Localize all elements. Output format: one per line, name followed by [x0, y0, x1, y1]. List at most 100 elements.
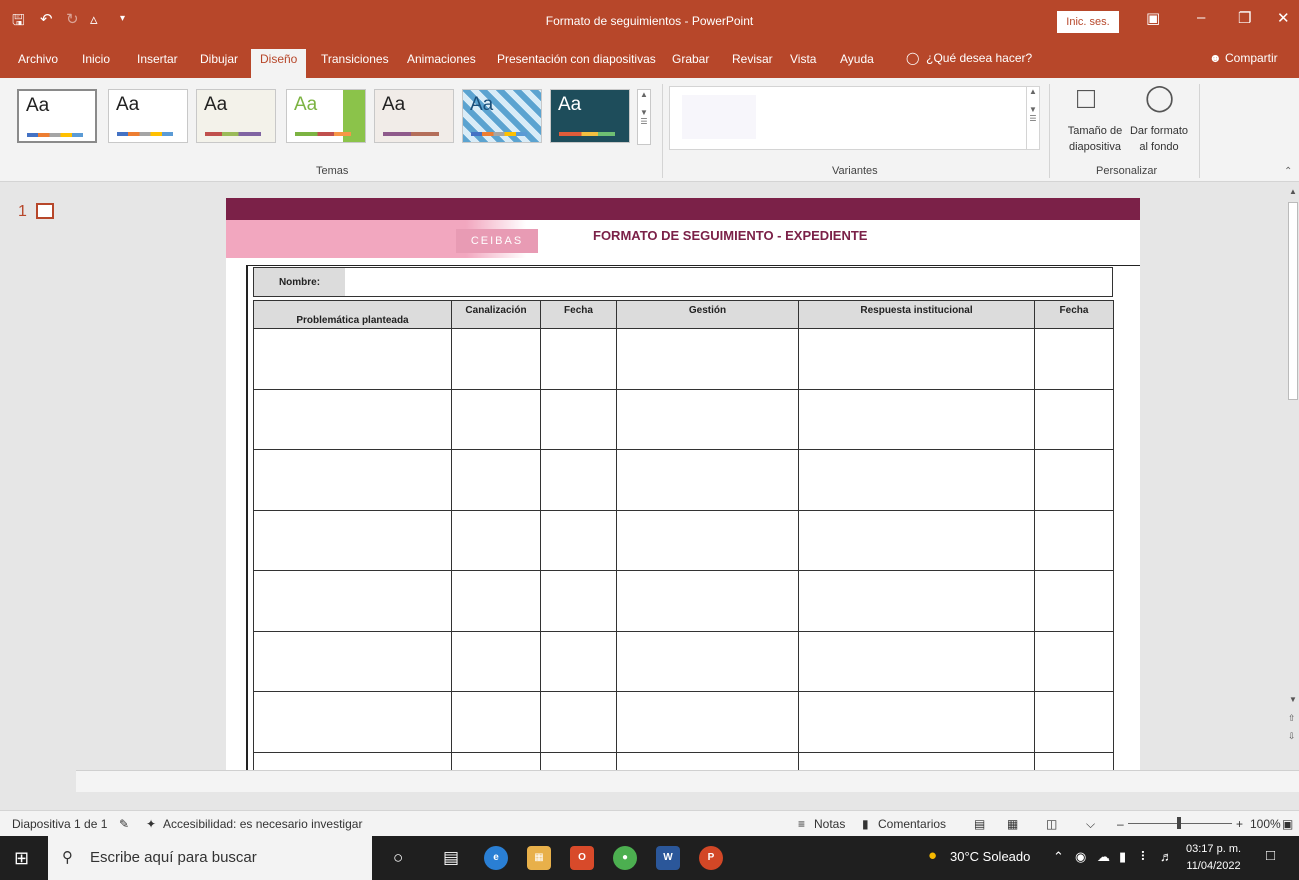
- notes-pane[interactable]: [76, 770, 1299, 792]
- tab-insertar[interactable]: Insertar: [137, 52, 178, 66]
- table-row[interactable]: [253, 570, 1114, 632]
- format-background-icon[interactable]: ◯: [1145, 82, 1174, 113]
- variants-gallery[interactable]: [669, 86, 1028, 150]
- slide-thumbnail[interactable]: [36, 203, 54, 219]
- next-slide-icon[interactable]: ⇩: [1288, 731, 1296, 742]
- windows-start-icon[interactable]: ⊞: [14, 848, 29, 869]
- share-button[interactable]: ☻ Compartir: [1209, 51, 1278, 65]
- name-field[interactable]: [345, 267, 1113, 297]
- notes-button[interactable]: Notas: [814, 817, 845, 831]
- minimize-icon[interactable]: –: [1197, 9, 1205, 26]
- slideshow-view-icon[interactable]: ⌵: [1086, 817, 1095, 832]
- taskbar-search[interactable]: ⚲ Escribe aquí para buscar: [48, 836, 372, 880]
- slide-title[interactable]: FORMATO DE SEGUIMIENTO - EXPEDIENTE: [593, 228, 867, 243]
- accessibility-icon[interactable]: ✦: [146, 817, 156, 831]
- collapse-ribbon-icon[interactable]: ⌃: [1284, 166, 1292, 177]
- comments-button[interactable]: Comentarios: [878, 817, 946, 831]
- tracking-table[interactable]: Problemática planteada Canalización Fech…: [253, 300, 1114, 770]
- sign-in-button[interactable]: Inic. ses.: [1057, 11, 1119, 33]
- file-explorer-icon[interactable]: ▦: [527, 846, 551, 870]
- scroll-up-icon[interactable]: ▲: [1289, 187, 1297, 196]
- search-icon: ⚲: [62, 849, 73, 866]
- taskbar-clock[interactable]: 03:17 p. m. 11/04/2022: [1186, 841, 1241, 875]
- tab-revisar[interactable]: Revisar: [732, 52, 773, 66]
- slide-size-icon[interactable]: □: [1077, 82, 1095, 116]
- theme-office-2[interactable]: Aa: [108, 89, 188, 143]
- zoom-out-icon[interactable]: –: [1117, 817, 1124, 831]
- spelling-icon[interactable]: ✎: [119, 817, 129, 831]
- battery-icon[interactable]: ▮: [1119, 849, 1126, 865]
- normal-view-icon[interactable]: ▤: [974, 817, 985, 831]
- tab-archivo[interactable]: Archivo: [18, 52, 58, 66]
- slide-sorter-icon[interactable]: ▦: [1007, 817, 1018, 831]
- col-fecha-2: Fecha: [1034, 300, 1114, 329]
- table-row[interactable]: [253, 388, 1114, 450]
- variant-thumb[interactable]: [682, 95, 756, 139]
- table-row[interactable]: [253, 328, 1114, 390]
- tab-presentacion[interactable]: Presentación con diapositivas: [497, 52, 656, 66]
- zoom-level[interactable]: 100%: [1250, 817, 1281, 831]
- ceibas-logo: CEIBAS: [456, 229, 538, 253]
- variants-gallery-scroll[interactable]: ▲ ▼ ☰: [1026, 86, 1040, 150]
- theme-organic[interactable]: Aa: [374, 89, 454, 143]
- task-view-icon[interactable]: ▤: [443, 848, 459, 868]
- tell-me-search[interactable]: ◯ ¿Qué desea hacer?: [906, 51, 1032, 65]
- notifications-icon[interactable]: □: [1266, 847, 1275, 864]
- weather-icon: ●: [928, 847, 938, 864]
- meet-now-icon[interactable]: ◉: [1075, 849, 1086, 865]
- tab-vista[interactable]: Vista: [790, 52, 816, 66]
- tab-diseno[interactable]: Diseño: [251, 49, 307, 78]
- table-header-row: Problemática planteada Canalización Fech…: [253, 300, 1114, 329]
- theme-office[interactable]: Aa: [17, 89, 97, 143]
- zoom-in-icon[interactable]: +: [1236, 817, 1243, 831]
- network-icon[interactable]: ⠇: [1140, 849, 1150, 865]
- table-row[interactable]: [253, 630, 1114, 692]
- share-label: Compartir: [1224, 51, 1278, 65]
- volume-icon[interactable]: ♬: [1160, 849, 1173, 864]
- tab-ayuda[interactable]: Ayuda: [840, 52, 874, 66]
- weather-text[interactable]: 30°C Soleado: [950, 849, 1030, 864]
- table-row[interactable]: [253, 751, 1114, 770]
- vertical-scroll-thumb[interactable]: [1288, 202, 1298, 400]
- edge-icon[interactable]: e: [484, 846, 508, 870]
- powerpoint-icon[interactable]: P: [699, 846, 723, 870]
- table-row[interactable]: [253, 449, 1114, 511]
- themes-gallery-scroll[interactable]: ▲ ▼ ☰: [637, 89, 651, 145]
- tab-grabar[interactable]: Grabar: [672, 52, 709, 66]
- accessibility-status[interactable]: Accesibilidad: es necesario investigar: [163, 817, 362, 831]
- format-background-button[interactable]: Dar formato al fondo: [1128, 123, 1190, 155]
- col-respuesta: Respuesta institucional: [798, 300, 1035, 329]
- table-row[interactable]: [253, 691, 1114, 753]
- theme-dark[interactable]: Aa: [550, 89, 630, 143]
- notes-icon[interactable]: ≡: [798, 817, 805, 831]
- ribbon-display-options-icon[interactable]: ▣: [1146, 9, 1160, 27]
- theme-facet[interactable]: Aa: [196, 89, 276, 143]
- tab-transiciones[interactable]: Transiciones: [321, 52, 389, 66]
- previous-slide-icon[interactable]: ⇧: [1288, 713, 1296, 724]
- variants-group-label: Variantes: [832, 165, 878, 177]
- slide-thumbnail-pane: 1: [0, 183, 76, 770]
- table-row[interactable]: [253, 509, 1114, 571]
- show-hidden-icons[interactable]: ⌃: [1053, 849, 1064, 865]
- theme-sample-text: Aa: [204, 94, 228, 115]
- onedrive-icon[interactable]: ☁: [1097, 849, 1110, 865]
- scroll-down-icon[interactable]: ▼: [1289, 695, 1297, 704]
- theme-ion[interactable]: Aa: [286, 89, 366, 143]
- themes-group-label: Temas: [316, 165, 349, 177]
- comments-icon[interactable]: ▮: [862, 817, 869, 831]
- chrome-icon[interactable]: ●: [613, 846, 637, 870]
- tab-inicio[interactable]: Inicio: [82, 52, 110, 66]
- slide-size-button[interactable]: Tamaño de diapositiva: [1058, 123, 1132, 155]
- tab-animaciones[interactable]: Animaciones: [407, 52, 476, 66]
- slide-canvas[interactable]: CEIBAS FORMATO DE SEGUIMIENTO - EXPEDIEN…: [226, 198, 1140, 770]
- word-icon[interactable]: W: [656, 846, 680, 870]
- zoom-slider-handle[interactable]: [1177, 817, 1181, 829]
- tab-dibujar[interactable]: Dibujar: [200, 52, 238, 66]
- close-icon[interactable]: ✕: [1277, 9, 1290, 27]
- reading-view-icon[interactable]: ◫: [1046, 817, 1057, 831]
- restore-icon[interactable]: ❐: [1238, 9, 1251, 27]
- theme-pattern[interactable]: Aa: [462, 89, 542, 143]
- fit-to-window-icon[interactable]: ▣: [1282, 817, 1293, 831]
- cortana-icon[interactable]: ○: [393, 848, 403, 868]
- office-icon[interactable]: O: [570, 846, 594, 870]
